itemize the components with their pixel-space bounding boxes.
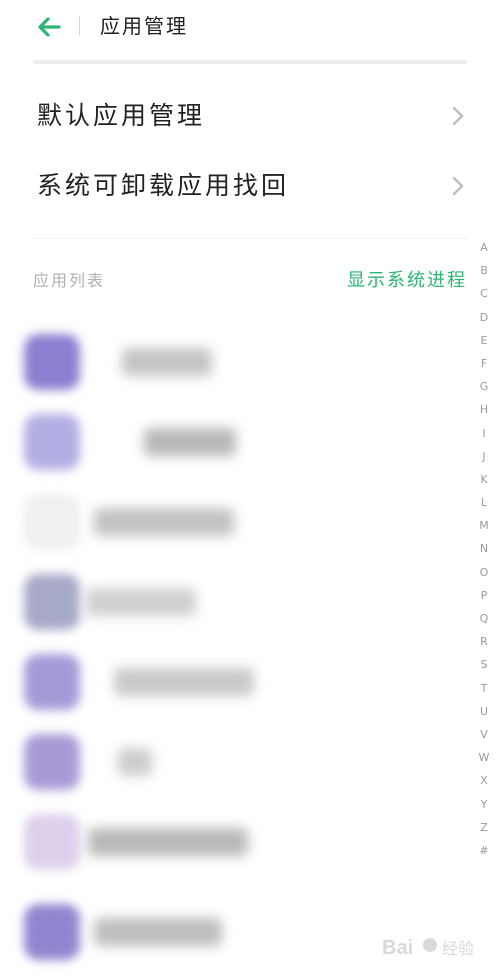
index-letter[interactable]: Y [474, 793, 494, 816]
index-letter[interactable]: B [474, 259, 494, 282]
app-icon [24, 574, 80, 630]
index-letter[interactable]: X [474, 769, 494, 792]
app-icon [24, 904, 80, 960]
title-divider [79, 16, 80, 36]
app-row[interactable] [14, 400, 464, 480]
app-row[interactable] [14, 320, 464, 400]
app-row[interactable] [14, 560, 464, 640]
index-letter[interactable]: N [474, 537, 494, 560]
app-list-header: 应用列表 显示系统进程 [33, 268, 467, 296]
menu-item-restore-system-apps[interactable]: 系统可卸载应用找回 [33, 156, 467, 216]
header-divider [33, 60, 467, 64]
arrow-left-icon [38, 17, 61, 37]
back-button[interactable] [34, 12, 64, 42]
index-letter[interactable]: O [474, 561, 494, 584]
top-bar: 应用管理 [0, 0, 500, 60]
index-letter[interactable]: V [474, 723, 494, 746]
app-name-obscured [86, 588, 196, 616]
show-system-processes-button[interactable]: 显示系统进程 [347, 268, 467, 294]
page-title: 应用管理 [100, 14, 188, 38]
svg-text:Bai: Bai [382, 937, 413, 959]
app-icon [24, 494, 80, 550]
app-row[interactable] [14, 480, 464, 560]
chevron-right-icon [449, 172, 467, 200]
index-letter[interactable]: J [474, 445, 494, 468]
section-title: 应用列表 [33, 271, 106, 290]
alphabet-index[interactable]: A B C D E F G H I J K L M N O P Q R S T U V W X Y Z # [474, 236, 494, 862]
svg-text:经验: 经验 [442, 939, 474, 958]
index-letter[interactable]: Q [474, 607, 494, 630]
index-letter[interactable]: G [474, 375, 494, 398]
app-name-obscured [88, 828, 248, 856]
app-row[interactable] [14, 800, 464, 880]
index-letter[interactable]: S [474, 653, 494, 676]
index-letter[interactable]: # [474, 839, 494, 862]
index-letter[interactable]: C [474, 282, 494, 305]
menu-item-label: 系统可卸载应用找回 [37, 171, 290, 200]
index-letter[interactable]: A [474, 236, 494, 259]
index-letter[interactable]: H [474, 398, 494, 421]
index-letter[interactable]: U [474, 700, 494, 723]
index-letter[interactable]: P [474, 584, 494, 607]
app-name-obscured [94, 508, 234, 536]
app-name-obscured [118, 748, 152, 776]
app-row[interactable] [14, 640, 464, 720]
index-letter[interactable]: W [474, 746, 494, 769]
app-icon [24, 654, 80, 710]
menu-item-default-apps[interactable]: 默认应用管理 [33, 86, 467, 146]
index-letter[interactable]: I [474, 422, 494, 445]
app-name-obscured [94, 918, 222, 946]
app-name-obscured [122, 348, 212, 376]
index-letter[interactable]: M [474, 514, 494, 537]
app-row[interactable] [14, 720, 464, 800]
index-letter[interactable]: E [474, 329, 494, 352]
chevron-right-icon [449, 102, 467, 130]
menu-item-label: 默认应用管理 [37, 101, 206, 130]
index-letter[interactable]: D [474, 306, 494, 329]
index-letter[interactable]: F [474, 352, 494, 375]
app-icon [24, 734, 80, 790]
index-letter[interactable]: Z [474, 816, 494, 839]
index-letter[interactable]: L [474, 491, 494, 514]
section-divider [33, 238, 467, 239]
index-letter[interactable]: R [474, 630, 494, 653]
app-list [14, 300, 464, 976]
app-name-obscured [114, 668, 254, 696]
app-name-obscured [144, 428, 236, 456]
index-letter[interactable]: T [474, 677, 494, 700]
baidu-jingyan-watermark: Bai 经验 [380, 930, 490, 964]
app-icon [24, 814, 80, 870]
app-icon [24, 414, 80, 470]
index-letter[interactable]: K [474, 468, 494, 491]
app-icon [24, 334, 80, 390]
